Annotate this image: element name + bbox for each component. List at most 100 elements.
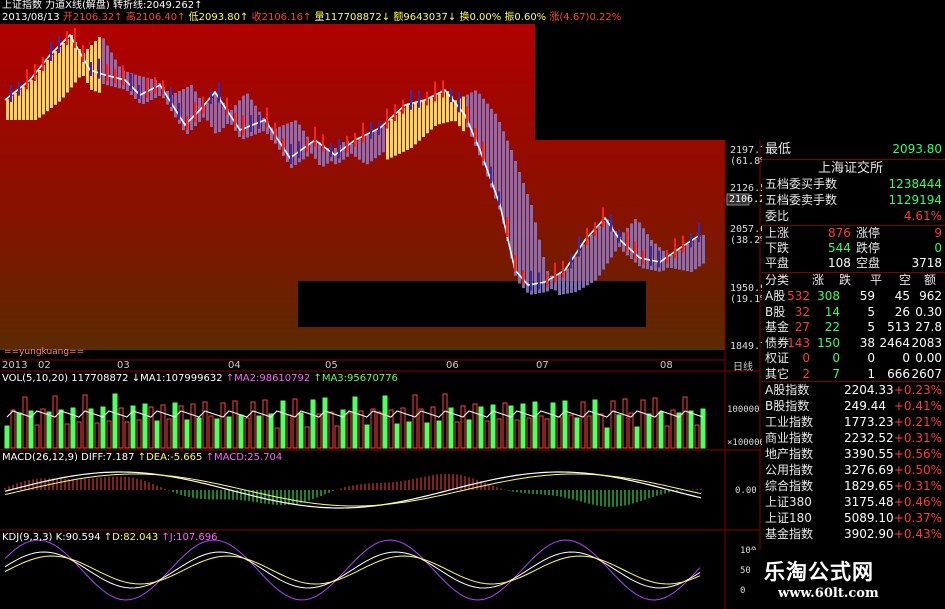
index-value: 249.44 [844, 399, 886, 413]
col-header: 跌 [839, 273, 852, 287]
volume-bar [250, 401, 256, 449]
band-bar [694, 238, 697, 270]
volume-bar [394, 423, 400, 449]
band-bar [702, 235, 705, 264]
band-bar [594, 230, 597, 281]
volume-bar [466, 419, 472, 449]
volume-bar [292, 398, 298, 449]
category-empty: 45 [894, 289, 910, 303]
kdj-title: KDJ(9,3,3) [2, 532, 53, 543]
index-row[interactable]: 上证180 5089.10 +0.37% [762, 511, 945, 527]
band-bar [6, 99, 9, 120]
buy-row: 五档委买手数 1238444 [762, 177, 945, 193]
volume-bar [214, 418, 220, 449]
band-bar [54, 51, 57, 105]
index-row[interactable]: 地产指数 3390.55 +0.56% [762, 447, 945, 463]
index-row[interactable]: B股指数 249.44 +0.41% [762, 399, 945, 415]
index-change: +0.37% [893, 511, 942, 525]
band-bar [174, 93, 177, 118]
volume-ma2: ↑MA2:98610792 [225, 373, 311, 384]
empty-label: 空盘 [856, 256, 881, 270]
index-row[interactable]: 基金指数 3902.90 +0.43% [762, 527, 945, 543]
category-flat: 5 [867, 320, 875, 334]
index-value: 1829.65 [844, 479, 894, 493]
category-row: 权证 0 0 0 0 0.00 [762, 351, 945, 367]
volume-bar [550, 402, 556, 449]
band-bar [254, 105, 257, 135]
col-header: 分类 [765, 273, 790, 287]
band-bar [686, 244, 689, 272]
volume-bar [502, 402, 508, 449]
index-name: 基金指数 [765, 527, 814, 541]
volume-bar [604, 427, 610, 449]
volume-bar [262, 399, 268, 449]
category-up: 532 [787, 289, 810, 303]
col-header: 额 [924, 273, 937, 287]
volume-bar [532, 401, 538, 449]
band-bar [38, 70, 41, 118]
category-up: 0 [802, 351, 810, 365]
col-header: 空 [899, 273, 912, 287]
volume-bar [16, 412, 22, 449]
volume-bar [472, 403, 478, 449]
volume-ma3: ↑MA3:95670776 [313, 373, 398, 384]
band-bar [342, 142, 345, 160]
index-row[interactable]: 商业指数 2232.52 +0.31% [762, 431, 945, 447]
category-table-header: 分类 涨 跌 平 空 额 [762, 273, 945, 289]
band-bar [598, 225, 601, 276]
category-empty: 0 [902, 351, 910, 365]
band-bar [602, 221, 605, 270]
volume-bar [226, 416, 232, 449]
band-bar [438, 93, 441, 125]
volume-bar [352, 396, 358, 449]
index-row[interactable]: 工业指数 1773.23 +0.21% [762, 415, 945, 431]
volume-bar [694, 424, 700, 449]
category-up: 143 [787, 335, 810, 350]
band-bar [430, 97, 433, 130]
index-row[interactable]: 上证380 3175.48 +0.46% [762, 495, 945, 511]
category-up: 27 [794, 320, 810, 334]
volume-bar [70, 407, 76, 449]
volume-bar [556, 416, 562, 449]
category-down: 7 [832, 366, 840, 381]
index-row[interactable]: A股指数 2204.33 +0.23% [762, 383, 945, 399]
volume-bar [538, 415, 544, 449]
kdj-d: ↑D:82.043 [103, 532, 159, 543]
period-label[interactable]: 日线 [733, 362, 753, 374]
category-flat: 1 [867, 366, 875, 381]
band-bar [110, 52, 113, 87]
band-bar [582, 244, 585, 288]
volume-bar [64, 423, 70, 449]
index-value: 1773.23 [844, 415, 894, 429]
volume-bar [376, 411, 382, 449]
index-change: +0.31% [893, 431, 942, 445]
band-bar [214, 93, 217, 134]
band-bar [238, 100, 241, 137]
index-name: 上证180 [765, 511, 812, 525]
limitup-label: 涨停 [856, 226, 881, 240]
index-row[interactable]: 综合指数 1829.65 +0.31% [762, 479, 945, 495]
volume-bar [88, 408, 94, 449]
volume-bar [682, 396, 688, 449]
volume-bar [184, 419, 190, 449]
volume-bar [454, 421, 460, 449]
volume-bar [658, 411, 664, 449]
volume-bars [4, 393, 706, 449]
lowest-label: 最低 [765, 142, 792, 157]
band-bar [630, 223, 633, 259]
exchange-name: 上海证交所 [818, 161, 884, 176]
volume-bar [274, 427, 280, 449]
index-value: 2232.52 [844, 431, 894, 445]
category-row: B股 32 14 5 26 0.30 [762, 305, 945, 321]
down-value: 544 [828, 241, 851, 255]
date-axis-label: 03 [117, 360, 130, 371]
volume-tick: 100000 [727, 405, 760, 415]
volume-bar [610, 400, 616, 449]
down-row: 下跌 544 跌停 0 [762, 241, 945, 257]
index-row[interactable]: 公用指数 3276.69 +0.50% [762, 463, 945, 479]
volume-bar [106, 420, 112, 449]
category-amt: 0.00 [915, 351, 942, 365]
site-logo: 乐淘公式网 www.60lt.com [750, 550, 945, 609]
volume-bar [478, 406, 484, 449]
limitup-value: 9 [934, 226, 942, 240]
